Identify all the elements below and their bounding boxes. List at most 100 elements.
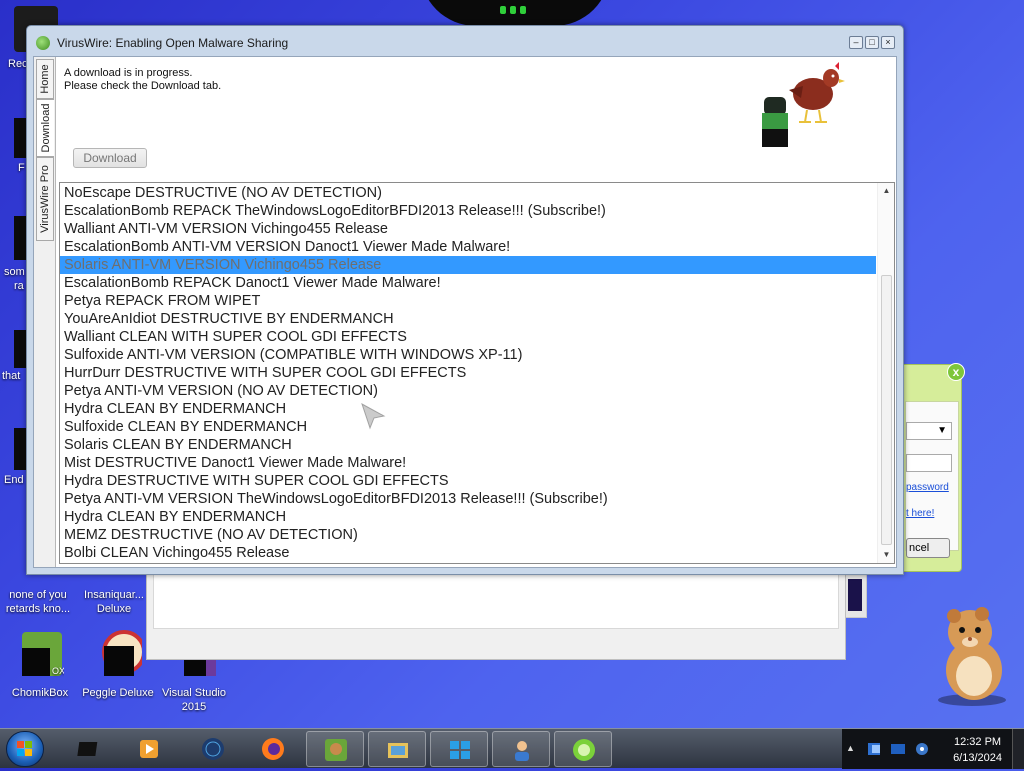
desktop-file-icon[interactable] bbox=[14, 428, 26, 470]
scrollbar-thumb[interactable] bbox=[881, 275, 892, 545]
list-scrollbar[interactable]: ▲ ▼ bbox=[877, 183, 894, 563]
desktop-icon-label: Rec bbox=[8, 58, 28, 70]
cancel-button[interactable]: ncel bbox=[906, 538, 950, 558]
status-message: A download is in progress. Please check … bbox=[64, 67, 221, 93]
display-icon[interactable] bbox=[890, 741, 906, 757]
list-item[interactable]: EscalationBomb ANTI-VM VERSION Danoct1 V… bbox=[60, 238, 876, 256]
desktop-icon-label: none of you retards kno... bbox=[5, 589, 71, 615]
desktop-icon-peggle[interactable]: Peggle Deluxe bbox=[80, 630, 156, 700]
tab-viruswire-pro[interactable]: VirusWire Pro bbox=[36, 157, 54, 241]
taskbar-file-manager[interactable] bbox=[368, 731, 426, 767]
desktop-file-icon[interactable] bbox=[14, 216, 26, 260]
taskbar-video-app[interactable] bbox=[120, 731, 178, 767]
list-item[interactable]: Petya ANTI-VM VERSION (NO AV DETECTION) bbox=[60, 382, 876, 400]
dialog-close-button[interactable]: x bbox=[947, 363, 965, 381]
clock[interactable]: 12:32 PM 6/13/2024 bbox=[953, 734, 1002, 766]
scroll-up-icon[interactable]: ▲ bbox=[878, 183, 894, 199]
taskbar-globe[interactable] bbox=[184, 731, 242, 767]
scroll-down-icon[interactable]: ▼ bbox=[878, 547, 894, 563]
window-client: Home Download VirusWire Pro A download i… bbox=[33, 56, 897, 568]
network-icon[interactable] bbox=[866, 741, 882, 757]
account-select[interactable]: ▼ bbox=[906, 422, 952, 440]
tray-expand-icon[interactable]: ▲ bbox=[846, 743, 855, 753]
windows-tile-icon bbox=[450, 741, 470, 759]
desktop-icon-label: Peggle Deluxe bbox=[82, 687, 154, 699]
background-window[interactable] bbox=[146, 572, 846, 660]
desktop-icon-label: that bbox=[2, 370, 21, 382]
list-item[interactable]: Hydra CLEAN BY ENDERMANCH bbox=[60, 508, 876, 526]
system-tray: ▲ 12:32 PM 6/13/2024 bbox=[842, 729, 1024, 769]
gadget-widget[interactable] bbox=[420, 0, 610, 26]
list-item[interactable]: Walliant ANTI-VM VERSION Vichingo455 Rel… bbox=[60, 220, 876, 238]
dropdown-arrow-icon: ▼ bbox=[937, 425, 947, 436]
clock-time: 12:32 PM bbox=[953, 736, 1002, 748]
list-item[interactable]: Solaris ANTI-VM VERSION Vichingo455 Rele… bbox=[60, 256, 876, 274]
malware-list[interactable]: NoEscape DESTRUCTIVE (NO AV DETECTION) Es… bbox=[59, 182, 895, 564]
taskbar-lime-app[interactable] bbox=[554, 731, 612, 767]
mouse-cursor-icon bbox=[361, 402, 386, 430]
taskbar-firefox[interactable] bbox=[244, 731, 302, 767]
app-icon bbox=[36, 36, 50, 50]
desktop-icon-chomikbox[interactable]: OX ChomikBox bbox=[2, 630, 78, 700]
chomikbox-icon bbox=[325, 739, 347, 761]
taskbar-media-player[interactable] bbox=[60, 731, 118, 767]
list-item[interactable]: EscalationBomb REPACK Danoct1 Viewer Mad… bbox=[60, 274, 876, 292]
forgot-password-link[interactable]: password bbox=[906, 482, 949, 493]
svg-text:OX: OX bbox=[52, 666, 64, 676]
play-icon bbox=[140, 740, 158, 758]
download-tab-content: A download is in progress. Please check … bbox=[57, 57, 896, 567]
list-item[interactable]: NoEscape DESTRUCTIVE (NO AV DETECTION) bbox=[60, 184, 876, 202]
list-item[interactable]: Walliant CLEAN WITH SUPER COOL GDI EFFEC… bbox=[60, 328, 876, 346]
tab-download[interactable]: Download bbox=[36, 99, 54, 157]
desktop-icon-label: End bbox=[4, 474, 24, 486]
peggle-icon bbox=[102, 630, 146, 676]
start-button[interactable] bbox=[6, 731, 44, 767]
list-item[interactable]: Petya REPACK FROM WIPET bbox=[60, 292, 876, 310]
title-bar[interactable]: VirusWire: Enabling Open Malware Sharing… bbox=[27, 26, 903, 56]
chomikbox-icon: OX bbox=[22, 632, 65, 676]
list-item[interactable]: Hydra DESTRUCTIVE WITH SUPER COOL GDI EF… bbox=[60, 472, 876, 490]
volume-icon[interactable] bbox=[914, 741, 930, 757]
globe-icon bbox=[202, 738, 224, 760]
desktop-icon-label: Insaniquar... Deluxe bbox=[84, 589, 144, 615]
firefox-icon bbox=[262, 738, 284, 760]
desktop-icon-label: som bbox=[4, 266, 25, 278]
list-item[interactable]: HurrDurr DESTRUCTIVE WITH SUPER COOL GDI… bbox=[60, 364, 876, 382]
list-item[interactable]: MEMZ DESTRUCTIVE (NO AV DETECTION) bbox=[60, 526, 876, 544]
list-item[interactable]: Petya ANTI-VM VERSION TheWindowsLogoEdit… bbox=[60, 490, 876, 508]
list-item[interactable]: EscalationBomb REPACK TheWindowsLogoEdit… bbox=[60, 202, 876, 220]
lime-icon bbox=[573, 739, 595, 761]
taskbar-user-app[interactable] bbox=[492, 731, 550, 767]
show-desktop-button[interactable] bbox=[1012, 729, 1024, 769]
taskbar-windows-store[interactable] bbox=[430, 731, 488, 767]
minimize-button[interactable]: – bbox=[849, 36, 863, 49]
window-title: VirusWire: Enabling Open Malware Sharing bbox=[57, 36, 289, 50]
download-button[interactable]: Download bbox=[73, 148, 147, 168]
list-item[interactable]: Sulfoxide CLEAN BY ENDERMANCH bbox=[60, 418, 876, 436]
list-item[interactable]: Sulfoxide ANTI-VM VERSION (COMPATIBLE WI… bbox=[60, 346, 876, 364]
list-item[interactable]: YouAreAnIdiot DESTRUCTIVE BY ENDERMANCH bbox=[60, 310, 876, 328]
clock-date: 6/13/2024 bbox=[953, 752, 1002, 764]
password-field[interactable] bbox=[906, 454, 952, 472]
user-icon bbox=[515, 741, 529, 761]
windows-logo-icon bbox=[17, 741, 32, 756]
taskbar-chomikbox[interactable] bbox=[306, 731, 364, 767]
register-link[interactable]: t here! bbox=[906, 508, 934, 519]
tab-home[interactable]: Home bbox=[36, 59, 54, 99]
list-item[interactable]: Bolbi CLEAN Vichingo455 Release bbox=[60, 544, 876, 562]
hamster-pet-icon[interactable] bbox=[930, 604, 1012, 708]
list-rows: NoEscape DESTRUCTIVE (NO AV DETECTION) Es… bbox=[60, 184, 876, 562]
viruswire-window[interactable]: VirusWire: Enabling Open Malware Sharing… bbox=[26, 25, 904, 575]
taskbar: ▲ 12:32 PM 6/13/2024 bbox=[0, 728, 1024, 769]
desktop-icon-label: ra bbox=[14, 280, 24, 292]
desktop-file-icon[interactable] bbox=[14, 118, 26, 158]
background-window-edge bbox=[845, 568, 867, 618]
status-line: Please check the Download tab. bbox=[64, 80, 222, 92]
close-button[interactable]: × bbox=[881, 36, 895, 49]
media-player-icon bbox=[77, 742, 98, 756]
desktop-file-icon[interactable] bbox=[14, 330, 26, 368]
list-item[interactable]: Solaris CLEAN BY ENDERMANCH bbox=[60, 436, 876, 454]
list-item[interactable]: Mist DESTRUCTIVE Danoct1 Viewer Made Mal… bbox=[60, 454, 876, 472]
list-item[interactable]: Hydra CLEAN BY ENDERMANCH bbox=[60, 400, 876, 418]
maximize-button[interactable]: □ bbox=[865, 36, 879, 49]
